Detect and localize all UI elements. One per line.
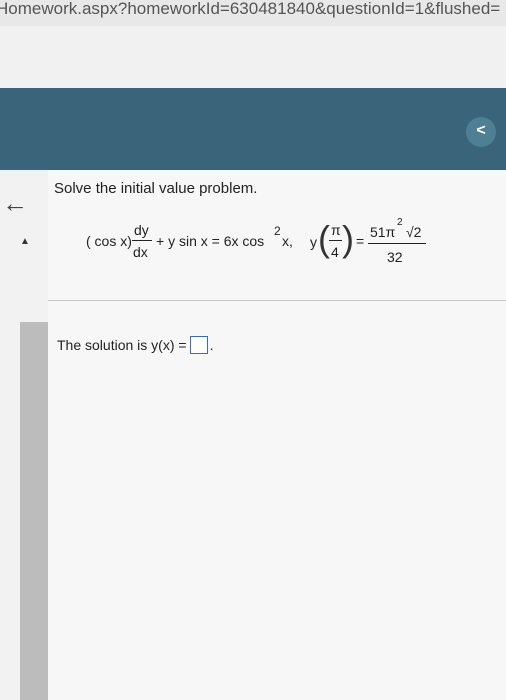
answer-prefix: The solution is y(x) = (57, 337, 187, 353)
eq-numerator-exp: 2 (397, 217, 403, 228)
eq-middle: + y sin x = 6x cos (156, 233, 265, 249)
answer-input-box[interactable] (189, 336, 208, 354)
top-gap (0, 26, 506, 88)
answer-line: The solution is y(x) =. (57, 336, 213, 354)
page-header (0, 88, 506, 170)
eq-frac-bar (132, 240, 152, 241)
eq-dx: dx (133, 244, 148, 260)
eq-exponent: 2 (274, 224, 281, 238)
eq-four: 4 (331, 244, 339, 260)
browser-url-bar[interactable]: Homework.aspx?homeworkId=630481840&quest… (0, 0, 506, 26)
chevron-left-icon: < (476, 122, 486, 139)
eq-tail: x, (282, 233, 293, 249)
eq-pi: π (331, 222, 341, 238)
eq-denominator: 32 (387, 249, 403, 265)
collapse-chevron-button[interactable]: < (466, 117, 496, 147)
side-scrollbar[interactable] (20, 322, 48, 700)
back-arrow-icon[interactable]: ← (2, 188, 28, 219)
eq-close-bracket: ) (342, 218, 354, 259)
eq-cos-paren: ( cos x) (86, 233, 132, 249)
eq-rhs-frac-bar (368, 243, 426, 244)
url-text: Homework.aspx?homeworkId=630481840&quest… (0, 0, 501, 18)
collapse-triangle-icon[interactable]: ▲ (20, 236, 30, 247)
eq-y: y (310, 234, 317, 250)
eq-open-bracket: ( (318, 218, 330, 259)
eq-sqrt: √2 (406, 224, 422, 240)
eq-numerator: 51π (370, 224, 396, 240)
answer-suffix: . (209, 337, 214, 353)
differential-equation: ( cos x) dy dx + y sin x = 6x cos 2 x, y… (86, 217, 446, 270)
question-prompt: Solve the initial value problem. (54, 180, 258, 197)
section-divider (48, 300, 506, 301)
eq-equals: = (356, 233, 365, 249)
eq-dy: dy (134, 222, 149, 238)
eq-pi-frac-bar (329, 240, 342, 241)
